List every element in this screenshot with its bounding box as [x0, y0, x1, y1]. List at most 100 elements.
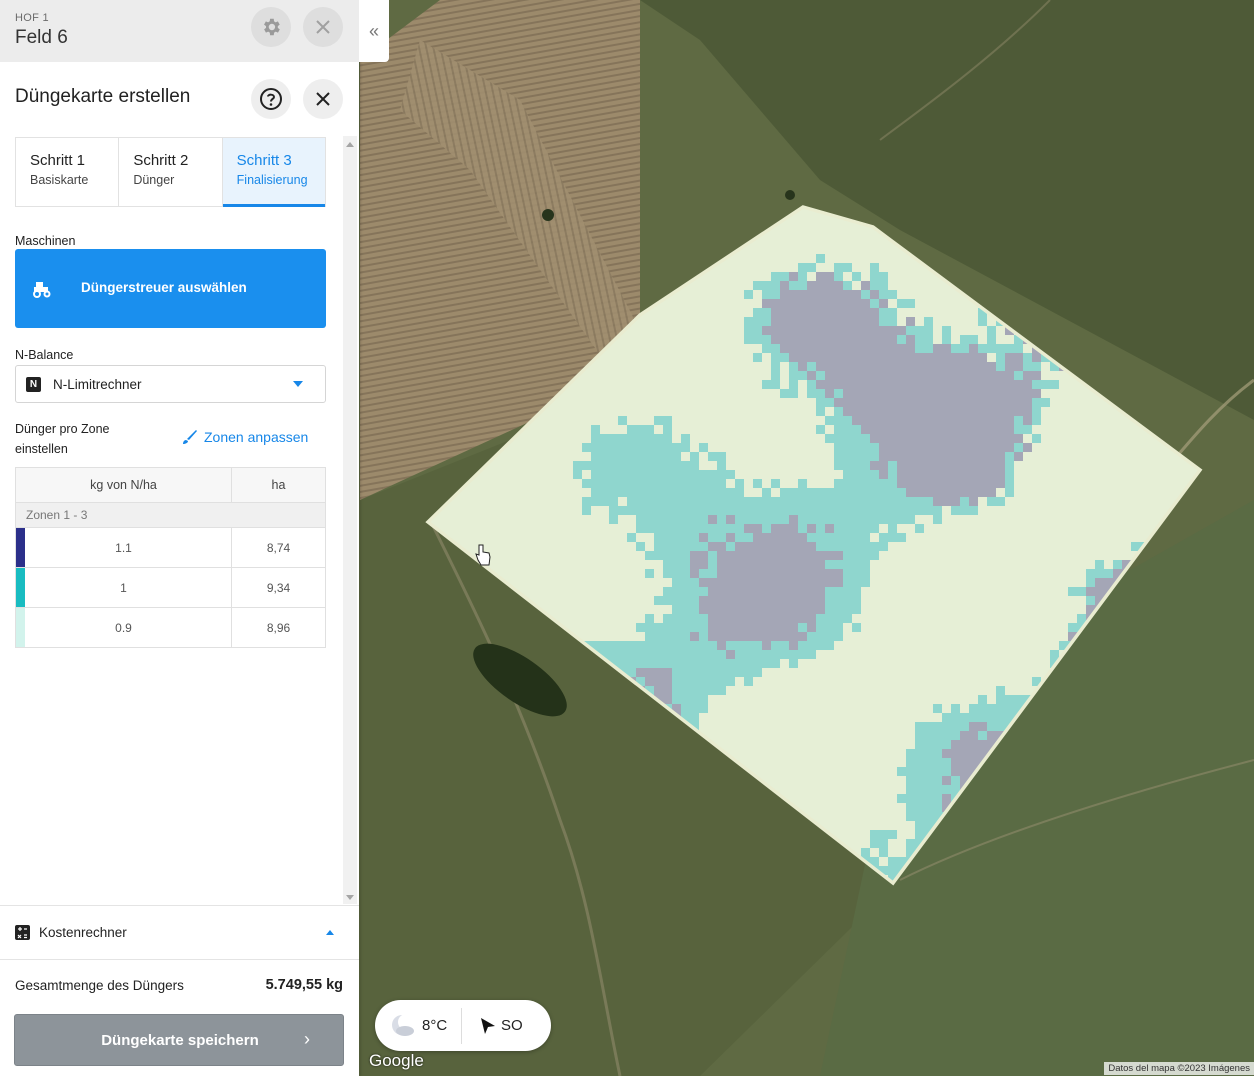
- zone-cell: [771, 767, 780, 776]
- zone-cell: [924, 551, 933, 560]
- zone-cell: [753, 650, 762, 659]
- zone-cell: [780, 353, 789, 362]
- zone-cell: [654, 650, 663, 659]
- zone-cell: [717, 290, 726, 299]
- zone-cell: [744, 686, 753, 695]
- zone-cell: [951, 524, 960, 533]
- zone-cell: [726, 551, 735, 560]
- zone-cell: [636, 560, 645, 569]
- zone-cell: [906, 668, 915, 677]
- zone-cell: [465, 515, 474, 524]
- zone-cell: [834, 713, 843, 722]
- zone-cell: [699, 335, 708, 344]
- zone-cell: [807, 425, 816, 434]
- zone-cell: [681, 371, 690, 380]
- zone-cell: [771, 569, 780, 578]
- zone-cell: [897, 389, 906, 398]
- zone-cell: [834, 461, 843, 470]
- zone-cell: [951, 515, 960, 524]
- zone-cell: [789, 515, 798, 524]
- zone-cell: [978, 605, 987, 614]
- zone-cell: [699, 695, 708, 704]
- zone-cell: [906, 290, 915, 299]
- zone-cell: [888, 461, 897, 470]
- zone-cell: [897, 551, 906, 560]
- zone-cell: [735, 380, 744, 389]
- zone-cell: [861, 776, 870, 785]
- zone-cell: [609, 632, 618, 641]
- zone-cell: [753, 272, 762, 281]
- zone-cell: [699, 569, 708, 578]
- zone-cell: [744, 443, 753, 452]
- zone-cell: [708, 542, 717, 551]
- zone-cell: [996, 515, 1005, 524]
- zone-cell: [969, 425, 978, 434]
- zone-cell: [528, 443, 537, 452]
- zone-cell: [762, 749, 771, 758]
- zone-cell: [510, 470, 519, 479]
- zone-cell: [960, 515, 969, 524]
- zone-cell: [744, 533, 753, 542]
- zone-cell: [834, 686, 843, 695]
- zone-cell: [789, 326, 798, 335]
- zone-cell: [789, 785, 798, 794]
- zone-cell: [978, 659, 987, 668]
- zone-cell: [789, 434, 798, 443]
- zone-cell: [537, 569, 546, 578]
- zone-cell: [654, 533, 663, 542]
- zone-cell: [825, 290, 834, 299]
- zone-cell: [618, 587, 627, 596]
- zone-cell: [843, 578, 852, 587]
- zone-cell: [762, 587, 771, 596]
- zone-cell: [816, 425, 825, 434]
- zone-cell: [861, 740, 870, 749]
- zone-cell: [906, 632, 915, 641]
- zone-cell: [528, 533, 537, 542]
- zone-cell: [960, 461, 969, 470]
- zone-cell: [744, 677, 753, 686]
- zone-cell: [780, 443, 789, 452]
- zone-cell: [870, 272, 879, 281]
- zone-cell: [780, 380, 789, 389]
- zone-cell: [654, 542, 663, 551]
- zone-cell: [987, 434, 996, 443]
- zone-cell: [924, 272, 933, 281]
- zone-cell: [744, 290, 753, 299]
- zone-cell: [735, 416, 744, 425]
- zone-cell: [483, 506, 492, 515]
- zone-cell: [933, 524, 942, 533]
- zone-cell: [528, 497, 537, 506]
- zone-cell: [735, 497, 744, 506]
- zone-cell: [951, 713, 960, 722]
- zone-cell: [762, 344, 771, 353]
- zone-cell: [870, 533, 879, 542]
- zone-cell: [825, 695, 834, 704]
- zone-cell: [807, 353, 816, 362]
- zone-cell: [816, 758, 825, 767]
- zone-cell: [807, 740, 816, 749]
- zone-cell: [807, 776, 816, 785]
- zone-cell: [870, 407, 879, 416]
- zone-cell: [933, 650, 942, 659]
- zone-cell: [924, 389, 933, 398]
- zone-cell: [744, 542, 753, 551]
- zone-cell: [978, 542, 987, 551]
- zone-cell: [942, 362, 951, 371]
- zone-cell: [726, 470, 735, 479]
- zone-cell: [888, 263, 897, 272]
- zone-cell: [816, 668, 825, 677]
- zone-cell: [996, 713, 1005, 722]
- zone-cell: [843, 821, 852, 830]
- zone-cell: [816, 767, 825, 776]
- zone-cell: [663, 524, 672, 533]
- zone-cell: [537, 524, 546, 533]
- zone-cell: [726, 722, 735, 731]
- zone-cell: [789, 362, 798, 371]
- zone-cell: [753, 470, 762, 479]
- zone-cell: [978, 371, 987, 380]
- zone-cell: [753, 641, 762, 650]
- zone-cell: [825, 731, 834, 740]
- zone-cell: [645, 497, 654, 506]
- zone-cell: [924, 605, 933, 614]
- zone-cell: [798, 641, 807, 650]
